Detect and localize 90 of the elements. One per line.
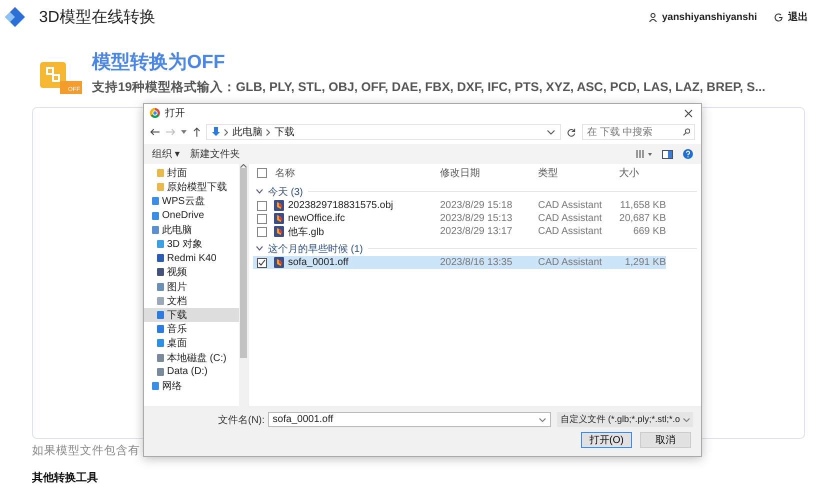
chevron-down-icon[interactable] [547,130,556,134]
cad-file-icon [274,200,284,211]
file-type: CAD Assistant [538,226,602,237]
file-name: newOffice.ifc [288,213,346,224]
cancel-button[interactable]: 取消 [640,432,691,448]
file-date: 2023/8/29 15:18 [440,200,512,211]
path-segment[interactable]: 此电脑 [232,125,262,139]
cad-file-icon [274,257,284,268]
chevron-icon[interactable] [256,189,263,194]
row-checkbox[interactable] [257,258,267,268]
chevron-down-icon[interactable] [683,418,690,422]
page-heading: 模型转换为OFF [92,51,226,75]
address-bar[interactable]: 此电脑 下载 [206,124,562,140]
toolbar-button[interactable]: 新建文件夹 [190,147,240,161]
nav-item[interactable]: 网络 [144,378,239,393]
note-text: 如果模型文件包含有 [32,444,141,458]
nav-item[interactable]: Data (D:) [144,364,239,379]
file-row[interactable]: 2023829718831575.obj 2023/8/29 15:18 CAD Assistant 11,658 KB [253,199,666,212]
preview-pane-icon[interactable] [662,150,673,158]
group-label[interactable]: 今天 (3) [268,184,303,198]
open-button[interactable]: 打开(O) [581,432,632,448]
file-row[interactable]: newOffice.ifc 2023/8/29 15:13 CAD Assistant 20,687 KB [253,212,666,225]
help-icon[interactable] [683,149,693,159]
row-checkbox[interactable] [257,226,267,236]
file-size: 669 KB [632,226,666,237]
refresh-icon[interactable] [567,128,576,136]
file-type: CAD Assistant [538,257,602,268]
chevron-right-icon [224,128,228,136]
column-header[interactable]: 类型 [538,166,558,180]
file-date: 2023/8/29 13:17 [440,226,512,237]
file-type: CAD Assistant [538,200,602,211]
file-name: 2023829718831575.obj [288,200,394,211]
user-icon [648,12,657,22]
file-row[interactable]: sofa_0001.off 2023/8/16 13:35 CAD Assistant 1,291 KB [253,256,666,269]
nav-item[interactable]: 音乐 [144,322,239,336]
nav-item[interactable]: OneDrive [144,208,239,223]
logout-link[interactable]: 退出 [788,10,808,24]
nav-item[interactable]: 下载 [144,308,239,322]
scroll-up-icon[interactable] [240,164,247,168]
nav-item[interactable]: 图片 [144,280,239,294]
back-icon[interactable] [150,128,160,136]
section-heading: 其他转换工具 [32,470,99,485]
cad-file-icon [274,213,284,224]
file-size: 20,687 KB [619,213,666,224]
up-icon[interactable] [192,127,200,137]
nav-item[interactable]: 桌面 [144,336,239,350]
nav-item[interactable]: 视频 [144,265,239,280]
dialog-title: 打开 [165,106,185,120]
chevron-right-icon [266,128,270,136]
nav-item[interactable]: 本地磁盘 (C:) [144,350,239,365]
file-size: 1,291 KB [624,257,666,268]
nav-item[interactable]: WPS云盘 [144,194,239,209]
close-button[interactable] [682,106,695,120]
nav-item[interactable]: 此电脑 [144,222,239,237]
nav-item[interactable]: 3D 对象 [144,236,239,252]
select-all-checkbox[interactable] [257,168,267,178]
supported-formats-text: 支持19种模型格式输入：GLB, PLY, STL, OBJ, OFF, DAE, FBX, DXF, IFC, PTS, XYZ, ASC, PCD, LAS, LAZ, BREP, S... [92,79,766,96]
file-type: CAD Assistant [538,213,602,224]
username-link[interactable]: yanshiyanshiyanshi [662,12,757,22]
browser-icon [150,108,160,118]
file-row[interactable]: 他车.glb 2023/8/29 13:17 CAD Assistant 669 KB [253,225,666,238]
column-header[interactable]: 名称 [275,166,295,180]
row-checkbox[interactable] [257,200,267,210]
file-name: 他车.glb [288,226,324,238]
view-options-icon[interactable] [636,150,652,158]
scrollbar[interactable] [239,164,248,406]
caret-icon[interactable] [181,130,187,134]
chevron-icon[interactable] [256,246,263,251]
search-field[interactable]: 在 下载 中搜索 [582,124,695,140]
nav-item[interactable]: 封面 [144,166,239,180]
logo-icon [4,6,26,28]
nav-item[interactable]: Redmi K40 [144,251,239,266]
search-icon [682,128,690,136]
file-name-label: 文件名(N): [218,414,265,426]
path-segment[interactable]: 下载 [274,125,294,139]
column-header[interactable]: 修改日期 [440,166,480,180]
file-date: 2023/8/29 15:13 [440,213,512,224]
file-size: 11,658 KB [619,200,666,211]
toolbar-button[interactable]: 组织 ▾ [152,147,180,161]
cad-file-icon [274,226,284,237]
nav-item[interactable]: 文档 [144,294,239,308]
column-header[interactable]: 大小 [619,166,666,180]
file-name: sofa_0001.off [288,257,348,268]
site-title: 3D模型在线转换 [39,8,156,28]
group-label[interactable]: 这个月的早些时候 (1) [268,242,363,256]
file-date: 2023/8/16 13:35 [440,257,512,268]
nav-item[interactable]: 原始模型下载 [144,180,239,194]
row-checkbox[interactable] [257,214,267,224]
logout-icon [774,12,783,22]
convert-icon [40,62,82,94]
